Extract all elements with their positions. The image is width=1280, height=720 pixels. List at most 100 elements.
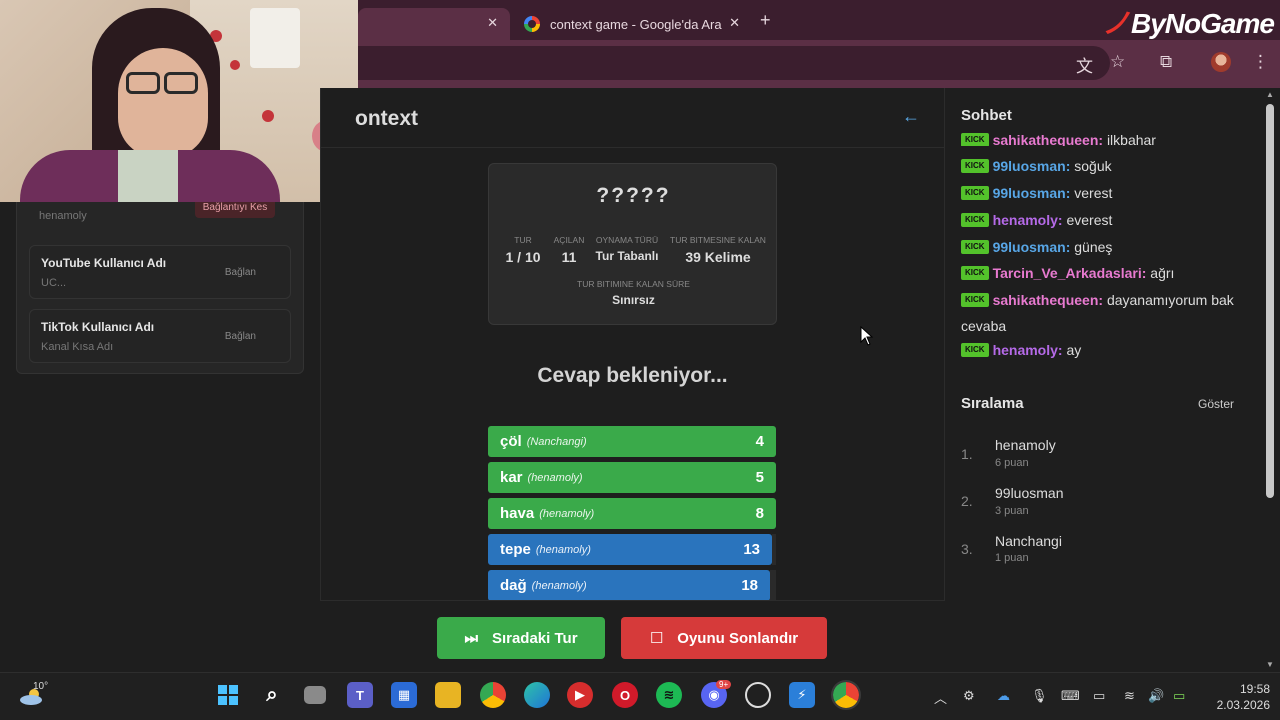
scroll-up-arrow-icon[interactable]: ▲ bbox=[1266, 90, 1274, 99]
tiktok-username-field[interactable]: Kanal Kısa Adı bbox=[41, 341, 113, 353]
guess-rank: 18 bbox=[741, 577, 758, 594]
stat-opened: AÇILAN 11 bbox=[553, 235, 585, 265]
chat-message: KICK henamoly: ay bbox=[961, 337, 1251, 363]
youtube-username-label: YouTube Kullanıcı Adı bbox=[41, 256, 167, 270]
chrome-icon[interactable] bbox=[480, 682, 506, 708]
rank-position: 1. bbox=[961, 446, 973, 462]
media-player-icon[interactable]: ▶ bbox=[567, 682, 593, 708]
guess-row: kar (henamoly) 5 bbox=[488, 462, 776, 493]
search-icon[interactable]: ⌕ bbox=[259, 682, 285, 708]
guess-rank: 8 bbox=[755, 505, 764, 522]
chat-scrollbar[interactable] bbox=[1266, 104, 1274, 498]
new-tab-icon[interactable]: + bbox=[760, 10, 771, 31]
kick-badge: KICK bbox=[961, 186, 989, 200]
opera-icon[interactable]: O bbox=[612, 682, 638, 708]
chat-message: KICK 99luosman: verest bbox=[961, 180, 1251, 206]
start-windows-icon[interactable] bbox=[215, 682, 241, 708]
edge-icon[interactable] bbox=[524, 682, 550, 708]
kick-badge: KICK bbox=[961, 213, 989, 227]
guess-progress-track bbox=[770, 570, 776, 601]
discord-notification-badge: 9+ bbox=[716, 680, 732, 689]
twitch-username-field[interactable]: henamoly bbox=[39, 210, 87, 222]
guess-author: (Nanchangi) bbox=[526, 435, 587, 448]
chat-message: KICK sahikathequeen: dayanamıyorum bak ce… bbox=[961, 292, 1234, 334]
battery-icon[interactable]: ▭ bbox=[1173, 688, 1185, 704]
chat-message: KICK 99luosman: güneş bbox=[961, 234, 1251, 260]
chat-title: Sohbet bbox=[961, 107, 1012, 124]
bookmark-star-icon[interactable]: ☆ bbox=[1110, 52, 1125, 72]
guess-row: dağ (henamoly) 18 bbox=[488, 570, 770, 601]
next-round-button[interactable]: ⏭ Sıradaki Tur bbox=[437, 617, 605, 659]
kick-badge: KICK bbox=[961, 266, 989, 280]
tiktok-connect-button[interactable]: Bağlan bbox=[225, 331, 256, 342]
microphone-icon[interactable]: 🎙 bbox=[1031, 688, 1048, 704]
youtube-username-field[interactable]: UC... bbox=[41, 277, 66, 289]
clock-date: 2.03.2026 bbox=[1216, 698, 1270, 712]
chat-message: KICK Tarcin_Ve_Arkadaslari: ağrı bbox=[961, 260, 1251, 286]
guess-rank: 13 bbox=[743, 541, 760, 558]
file-explorer-icon[interactable] bbox=[435, 682, 461, 708]
menu-kebab-icon[interactable]: ⋮ bbox=[1252, 52, 1269, 72]
task-view-icon[interactable] bbox=[304, 686, 326, 704]
secret-word: ????? bbox=[596, 184, 671, 207]
browser-tab-active[interactable]: ✕ bbox=[358, 8, 510, 40]
tab-title: context game - Google'da Ara bbox=[550, 16, 722, 32]
guess-row: çöl (Nanchangi) 4 bbox=[488, 426, 776, 457]
guess-word: dağ bbox=[500, 577, 527, 594]
guess-row: tepe (henamoly) 13 bbox=[488, 534, 772, 565]
tab-close-icon[interactable]: ✕ bbox=[487, 15, 498, 31]
weather-temperature: 10° bbox=[33, 681, 49, 692]
end-game-button[interactable]: ☐ Oyunu Sonlandır bbox=[621, 617, 827, 659]
scroll-down-arrow-icon[interactable]: ▼ bbox=[1266, 660, 1274, 669]
teams-icon[interactable]: T bbox=[347, 682, 373, 708]
stat-round: TUR 1 / 10 bbox=[505, 235, 541, 265]
extensions-icon[interactable]: ⧉ bbox=[1160, 52, 1172, 72]
chrome-profile-icon[interactable] bbox=[831, 680, 861, 710]
guess-row: hava (henamoly) 8 bbox=[488, 498, 776, 529]
tab-close-icon[interactable]: ✕ bbox=[729, 15, 740, 31]
rank-player-name: henamoly bbox=[995, 437, 1056, 453]
guess-author: (henamoly) bbox=[527, 471, 583, 484]
volume-icon[interactable]: 🔊 bbox=[1148, 688, 1164, 704]
translate-icon[interactable]: 文 bbox=[1076, 52, 1093, 77]
display-icon[interactable]: ▭ bbox=[1093, 688, 1105, 704]
page-title: ontext bbox=[355, 107, 418, 130]
youtube-connection-card: YouTube Kullanıcı Adı UC... Bağlan bbox=[29, 245, 291, 299]
spotify-icon[interactable]: ≋ bbox=[656, 682, 682, 708]
rank-points: 3 puan bbox=[995, 505, 1029, 517]
obs-icon[interactable] bbox=[745, 682, 771, 708]
browser-tab-search[interactable]: context game - Google'da Ara ✕ bbox=[516, 8, 752, 40]
system-clock[interactable]: 19:58 2.03.2026 bbox=[1200, 681, 1270, 713]
windows-taskbar bbox=[0, 672, 1280, 720]
back-arrow-icon[interactable]: ← bbox=[902, 106, 920, 127]
onedrive-icon[interactable]: ☁ bbox=[997, 688, 1010, 704]
address-bar[interactable]: t bbox=[330, 46, 1110, 80]
guess-rank: 4 bbox=[755, 433, 764, 450]
ranking-show-button[interactable]: Göster bbox=[1198, 397, 1234, 411]
app-icon[interactable]: ⚡ bbox=[789, 682, 815, 708]
google-icon bbox=[524, 16, 540, 32]
kick-badge: KICK bbox=[961, 293, 989, 307]
rank-points: 1 puan bbox=[995, 552, 1029, 564]
stop-icon: ☐ bbox=[649, 630, 664, 647]
clock-time: 19:58 bbox=[1239, 682, 1270, 696]
chat-message: KICK henamoly: everest bbox=[961, 207, 1251, 233]
youtube-connect-button[interactable]: Bağlan bbox=[225, 267, 256, 278]
chat-message: KICK sahikathequeen: ilkbahar bbox=[961, 127, 1251, 146]
end-game-label: Oyunu Sonlandır bbox=[677, 629, 799, 647]
tray-overflow-chevron-icon[interactable]: ︿ bbox=[934, 688, 947, 707]
guess-author: (henamoly) bbox=[531, 579, 587, 592]
guess-author: (henamoly) bbox=[535, 543, 591, 556]
tiktok-username-label: TikTok Kullanıcı Adı bbox=[41, 320, 155, 334]
guess-progress-track bbox=[772, 534, 776, 565]
wifi-icon[interactable]: ≋ bbox=[1124, 688, 1135, 704]
webcam-overlay bbox=[0, 0, 358, 202]
profile-avatar[interactable] bbox=[1211, 52, 1231, 72]
guess-word: hava bbox=[500, 505, 535, 522]
rank-points: 6 puan bbox=[995, 457, 1029, 469]
tray-app-icon[interactable]: ⚙ bbox=[963, 688, 975, 704]
skip-next-icon: ⏭ bbox=[464, 629, 478, 647]
store-icon[interactable]: ▦ bbox=[391, 682, 417, 708]
keyboard-icon[interactable]: ⌨ bbox=[1061, 688, 1080, 704]
kick-badge: KICK bbox=[961, 133, 989, 146]
